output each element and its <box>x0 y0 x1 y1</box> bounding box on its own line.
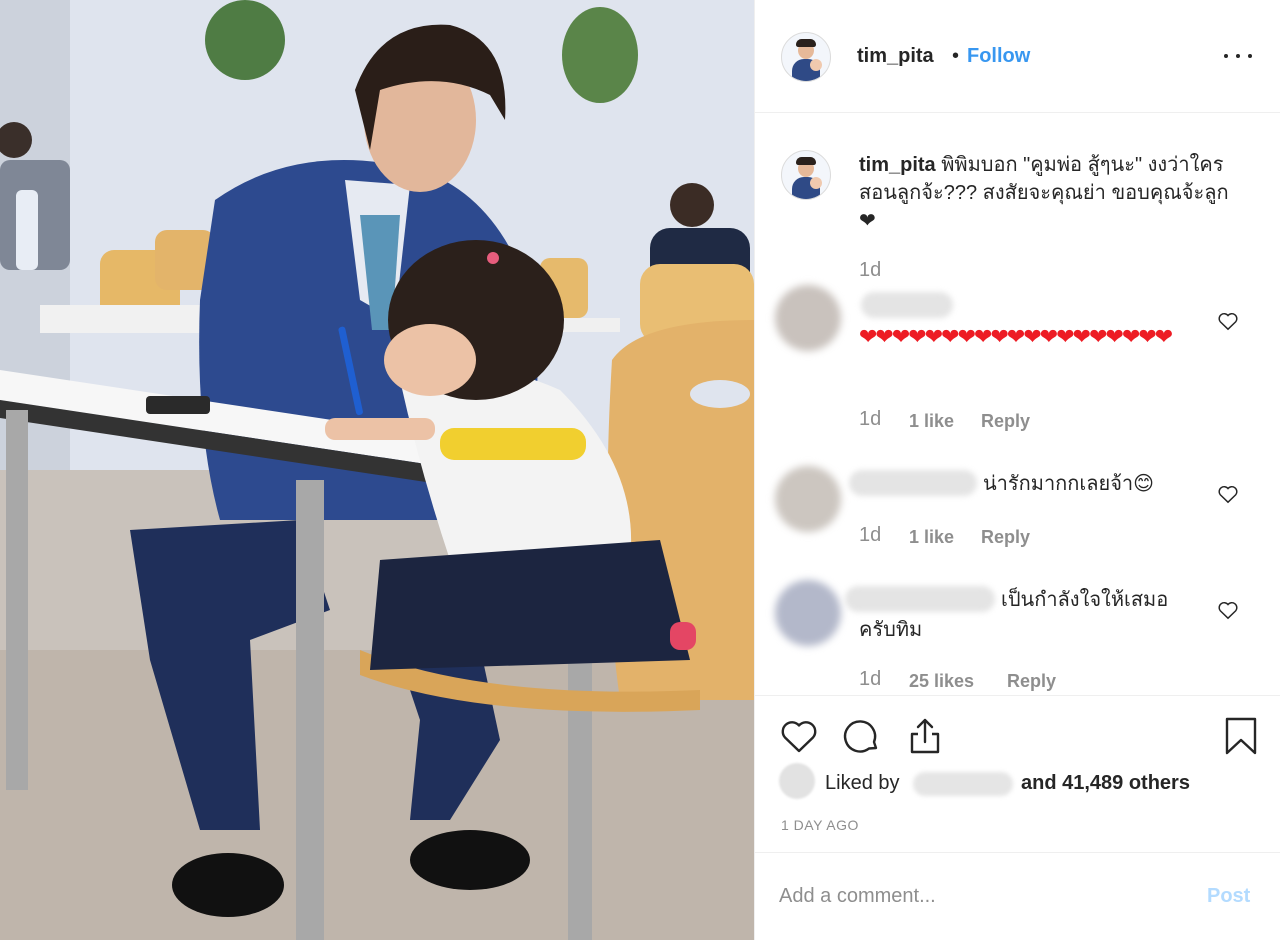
post-photo[interactable] <box>0 0 754 940</box>
post-header: tim_pita • Follow <box>755 0 1280 113</box>
bookmark-icon[interactable] <box>1219 714 1263 758</box>
reply-button[interactable]: Reply <box>1007 671 1056 692</box>
comment-likes[interactable]: 1 like <box>909 527 954 548</box>
liker-name-blurred[interactable] <box>913 772 1013 796</box>
post-comment-button[interactable]: Post <box>1207 885 1250 908</box>
like-comment-heart-icon[interactable] <box>1217 311 1239 331</box>
post-details-panel: tim_pita • Follow tim_pita พิพิมบอก "คูม… <box>754 0 1280 940</box>
caption-time[interactable]: 1d <box>859 259 881 282</box>
liked-by-label: Liked by <box>825 772 900 794</box>
comment-text: น่ารักมากกเลยจ้า😊 <box>983 473 1154 495</box>
comment-likes[interactable]: 25 likes <box>909 671 974 692</box>
comment-time[interactable]: 1d <box>859 524 881 547</box>
post-timestamp[interactable]: 1 DAY AGO <box>781 817 859 833</box>
reply-button[interactable]: Reply <box>981 411 1030 432</box>
commenter-name-blurred[interactable] <box>861 292 953 318</box>
comments-section[interactable]: tim_pita พิพิมบอก "คูมพ่อ สู้ๆนะ" งงว่าใ… <box>755 113 1280 695</box>
liker-avatar[interactable] <box>779 763 815 799</box>
like-comment-heart-icon[interactable] <box>1217 600 1239 620</box>
post-actions: Liked by and 41,489 others 1 DAY AGO <box>755 695 1280 852</box>
more-options-icon[interactable] <box>1221 38 1255 72</box>
share-icon[interactable] <box>903 714 947 758</box>
likes-count[interactable]: and 41,489 others <box>1021 772 1190 795</box>
comment-input[interactable] <box>779 881 1179 911</box>
comment-time[interactable]: 1d <box>859 408 881 431</box>
author-username[interactable]: tim_pita <box>857 45 934 68</box>
comment-likes[interactable]: 1 like <box>909 411 954 432</box>
photo-illustration <box>0 0 754 940</box>
reply-button[interactable]: Reply <box>981 527 1030 548</box>
comment-text: ❤❤❤❤❤❤❤❤❤❤❤❤❤❤❤❤❤❤❤ <box>859 324 1173 349</box>
add-comment-bar: Post <box>755 852 1280 940</box>
heart-icon[interactable] <box>777 714 821 758</box>
comment-time[interactable]: 1d <box>859 668 881 691</box>
commenter-name-blurred[interactable] <box>849 470 977 496</box>
caption-username[interactable]: tim_pita <box>859 154 936 176</box>
separator-dot: • <box>952 45 960 67</box>
follow-button[interactable]: Follow <box>967 45 1030 68</box>
author-avatar[interactable] <box>781 32 831 82</box>
caption-author-avatar[interactable] <box>781 150 831 200</box>
comment-text: เป็นกำลังใจให้เสมอ ครับทิม <box>859 589 1169 641</box>
commenter-avatar[interactable] <box>775 285 841 351</box>
comment-icon[interactable] <box>839 714 883 758</box>
like-comment-heart-icon[interactable] <box>1217 484 1239 504</box>
commenter-avatar[interactable] <box>775 466 841 532</box>
commenter-avatar[interactable] <box>775 580 841 646</box>
caption: tim_pita พิพิมบอก "คูมพ่อ สู้ๆนะ" งงว่าใ… <box>859 151 1239 235</box>
